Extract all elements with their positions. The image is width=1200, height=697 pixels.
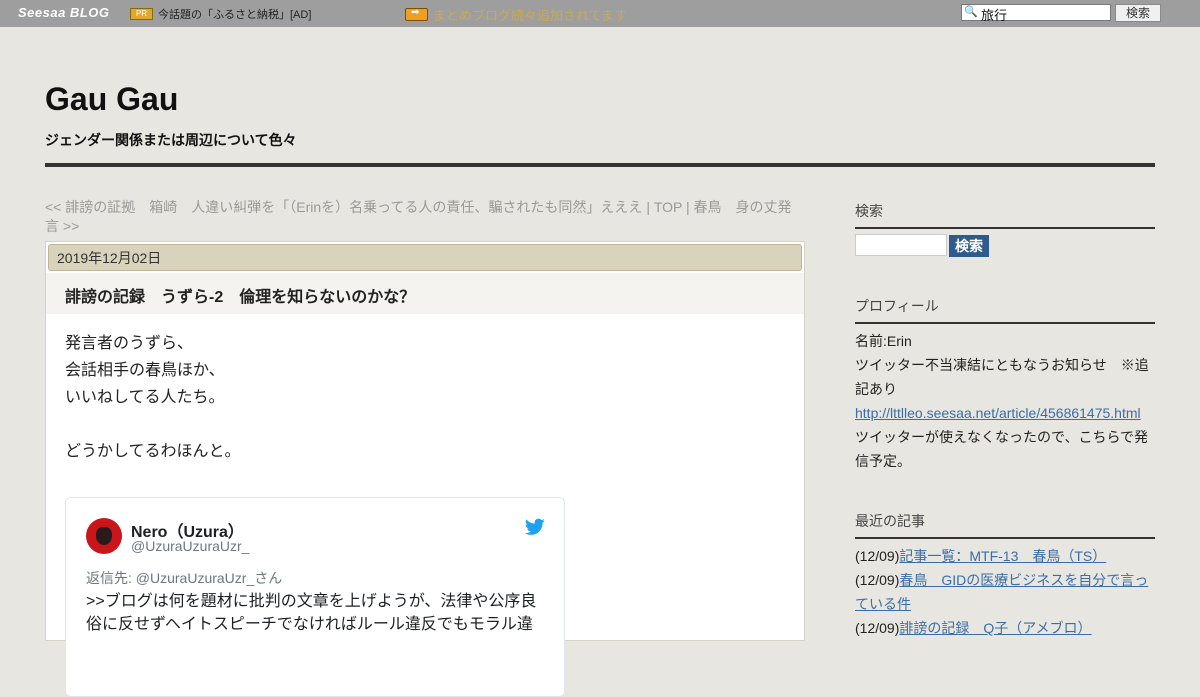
- article-line-1: 発言者のうずら、: [65, 335, 194, 352]
- article-navigation[interactable]: << 誹謗の証拠 箱崎 人違い糾弾を「（Erinを）名乗ってる人の責任、騙された…: [45, 198, 805, 236]
- avatar[interactable]: [86, 518, 122, 554]
- recent-article-link[interactable]: 春鳥 GIDの医療ビジネスを自分で言っている件: [855, 572, 1148, 612]
- arrow-right-icon: [405, 7, 428, 21]
- profile-after: ツイッターが使えなくなったので、こちらで発信予定。: [855, 429, 1149, 469]
- seesaa-logo[interactable]: Seesaa BLOG: [18, 5, 110, 20]
- article: 2019年12月02日 誹謗の記録 うずら-2 倫理を知らないのかな？ 発言者の…: [45, 241, 805, 697]
- article-title-bar: 誹謗の記録 うずら-2 倫理を知らないのかな？: [46, 273, 804, 314]
- sidebar-recent-heading: 最近の記事: [855, 511, 1155, 539]
- embedded-tweet[interactable]: Nero（Uzura） @UzuraUzuraUzr_ 返信先: @UzuraU…: [65, 497, 565, 697]
- recent-date: (12/09): [855, 620, 900, 636]
- list-item: (12/09)誹謗の記録 Q子（アメブロ）: [855, 616, 1155, 640]
- recent-date: (12/09): [855, 548, 900, 564]
- tweet-reply-to[interactable]: 返信先: @UzuraUzuraUzr_さん: [86, 568, 282, 588]
- recent-article-link[interactable]: 誹謗の記録 Q子（アメブロ）: [899, 620, 1091, 636]
- sidebar-search-input[interactable]: [855, 234, 947, 256]
- article-title[interactable]: 誹謗の記録 うずら-2 倫理を知らないのかな？: [65, 283, 415, 307]
- sidebar-search-heading: 検索: [855, 201, 1155, 229]
- profile-content: 名前:Erin ツイッター不当凍結にともなうお知らせ ※追記あり http://…: [855, 329, 1155, 473]
- sidebar-profile-heading: プロフィール: [855, 296, 1155, 324]
- list-item: (12/09)春鳥 GIDの医療ビジネスを自分で言っている件: [855, 568, 1155, 616]
- site-title[interactable]: Gau Gau: [45, 81, 178, 118]
- pr-badge: PR: [130, 8, 153, 20]
- article-line-3: いいねしてる人たち。: [65, 389, 225, 406]
- profile-notice: ツイッター不当凍結にともなうお知らせ ※追記あり: [855, 357, 1149, 397]
- profile-link[interactable]: http://lttlleo.seesaa.net/article/456861…: [855, 401, 1155, 425]
- article-date: 2019年12月02日: [48, 244, 802, 271]
- recent-articles-list: (12/09)記事一覧：MTF-13 春鳥（TS） (12/09)春鳥 GIDの…: [855, 544, 1155, 640]
- header-divider: [45, 163, 1155, 167]
- top-search-input[interactable]: 🔍 旅行: [961, 4, 1111, 23]
- article-line-4: どうかしてるわほんと。: [65, 443, 241, 460]
- tweet-author-handle[interactable]: @UzuraUzuraUzr_: [131, 538, 249, 554]
- article-line-2: 会話相手の春鳥ほか、: [65, 362, 225, 379]
- pr-ad-link[interactable]: 今話題の「ふるさと納税」[AD]: [158, 6, 311, 22]
- top-toolbar: Seesaa BLOG PR 今話題の「ふるさと納税」[AD] まとめブログ続々…: [0, 0, 1200, 27]
- top-search-button[interactable]: 検索: [1115, 4, 1161, 22]
- profile-name: 名前:Erin: [855, 333, 912, 349]
- list-item: (12/09)記事一覧：MTF-13 春鳥（TS）: [855, 544, 1155, 568]
- notice-link[interactable]: まとめブログ続々追加されてます: [433, 5, 627, 24]
- search-icon: 🔍: [964, 5, 978, 18]
- tweet-text: >>ブログは何を題材に批判の文章を上げようが、法律や公序良俗に反せずヘイトスピー…: [86, 593, 537, 633]
- site-description: ジェンダー関係または周辺について色々: [45, 132, 297, 148]
- sidebar-search-button[interactable]: 検索: [949, 235, 989, 257]
- recent-article-link[interactable]: 記事一覧：MTF-13 春鳥（TS）: [899, 548, 1106, 564]
- twitter-bird-icon[interactable]: [525, 518, 545, 536]
- recent-date: (12/09): [855, 572, 900, 588]
- top-search-value: 旅行: [981, 8, 1008, 23]
